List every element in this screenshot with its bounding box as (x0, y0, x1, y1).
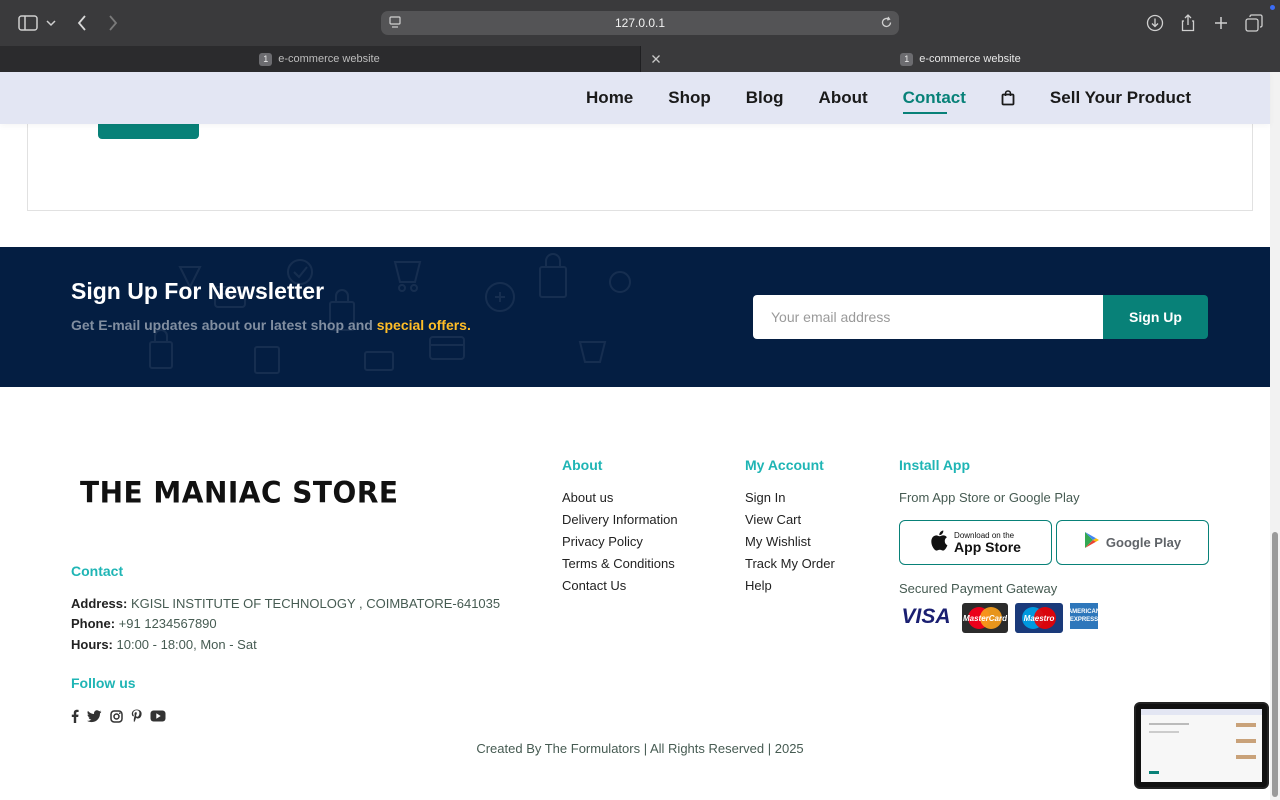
main-nav: Home Shop Blog About Contact Sell Your P… (586, 72, 1191, 124)
maestro-text: Maestro (1024, 614, 1055, 623)
follow-heading: Follow us (71, 675, 136, 691)
new-tab-icon[interactable] (1210, 12, 1232, 34)
footer-link-contact-us[interactable]: Contact Us (562, 578, 678, 593)
newsletter-text: Get E-mail updates about our latest shop… (71, 317, 377, 333)
forward-icon[interactable] (102, 12, 124, 34)
amex-logo: AMERICAN EXPRESS (1068, 603, 1100, 629)
address-bar[interactable]: 127.0.0.1 (381, 11, 899, 35)
browser-toolbar: 127.0.0.1 (0, 0, 1280, 46)
my-account-heading: My Account (745, 457, 824, 473)
newsletter-highlight: special offers. (376, 317, 471, 333)
app-store-big-text: App Store (954, 538, 1021, 555)
footer-link-privacy-policy[interactable]: Privacy Policy (562, 534, 678, 549)
app-store-button[interactable]: Download on the App Store (899, 520, 1052, 565)
phone-line: Phone: +91 1234567890 (71, 616, 217, 631)
social-links (71, 709, 166, 723)
tab-ecommerce-2[interactable]: 1 e-commerce website (640, 46, 1280, 72)
nav-blog[interactable]: Blog (746, 88, 784, 108)
about-heading: About (562, 457, 603, 473)
footer-link-my-wishlist[interactable]: My Wishlist (745, 534, 835, 549)
google-play-button[interactable]: Google Play (1056, 520, 1209, 565)
pinterest-icon[interactable] (131, 709, 142, 723)
downloads-icon[interactable] (1144, 12, 1166, 34)
newsletter-form: Sign Up (753, 295, 1208, 339)
install-app-subtitle: From App Store or Google Play (899, 490, 1080, 505)
footer-link-delivery-information[interactable]: Delivery Information (562, 512, 678, 527)
facebook-icon[interactable] (71, 709, 79, 723)
address-line: Address: KGISL INSTITUTE OF TECHNOLOGY ,… (71, 596, 500, 611)
sidebar-toggle-icon[interactable] (17, 12, 39, 34)
address-label: Address: (71, 596, 128, 611)
phone-label: Phone: (71, 616, 116, 631)
sign-up-button[interactable]: Sign Up (1103, 295, 1208, 339)
hours-line: Hours: 10:00 - 18:00, Mon - Sat (71, 637, 257, 652)
app-store-label: Download on the App Store (954, 531, 1021, 555)
chevron-down-icon[interactable] (40, 12, 62, 34)
visa-logo: VISA (901, 605, 951, 628)
page-preview-thumbnail[interactable] (1134, 702, 1269, 789)
nav-sell-your-product[interactable]: Sell Your Product (1050, 88, 1191, 108)
tab-count: 1 (900, 52, 914, 66)
site-settings-icon[interactable] (389, 16, 401, 32)
google-play-label: Google Play (1105, 535, 1182, 550)
instagram-icon[interactable] (110, 709, 123, 723)
tab-overview-icon[interactable] (1243, 12, 1265, 34)
tab-ecommerce-1[interactable]: 1 e-commerce website (0, 46, 639, 72)
newsletter-section: Sign Up For Newsletter Get E-mail update… (0, 247, 1270, 387)
mastercard-logo: MasterCard (962, 603, 1008, 633)
google-play-icon (1084, 531, 1100, 554)
footer-link-terms-conditions[interactable]: Terms & Conditions (562, 556, 678, 571)
share-icon[interactable] (1177, 12, 1199, 34)
close-tab-icon[interactable] (649, 52, 663, 66)
store-logo[interactable]: THE MANIAC STORE (80, 475, 399, 510)
copyright-text: Created By The Formulators | All Rights … (476, 741, 804, 756)
nav-contact[interactable]: Contact (902, 88, 966, 114)
page-scrollbar[interactable] (1270, 72, 1280, 800)
nav-shop[interactable]: Shop (668, 88, 711, 108)
twitter-icon[interactable] (87, 709, 102, 723)
youtube-icon[interactable] (150, 710, 166, 722)
contact-heading: Contact (71, 563, 124, 579)
about-links: About us Delivery Information Privacy Po… (562, 490, 678, 593)
footer-link-sign-in[interactable]: Sign In (745, 490, 835, 505)
preview-content (1141, 709, 1262, 782)
nav-home[interactable]: Home (586, 88, 633, 108)
mastercard-text: MasterCard (963, 614, 1008, 623)
newsletter-description: Get E-mail updates about our latest shop… (71, 317, 471, 333)
footer-link-help[interactable]: Help (745, 578, 835, 593)
email-input[interactable] (753, 295, 1103, 339)
tab-bar: 1 e-commerce website 1 e-commerce websit… (0, 46, 1280, 72)
tab-title: e-commerce website (278, 53, 380, 65)
footer-link-view-cart[interactable]: View Cart (745, 512, 835, 527)
back-icon[interactable] (71, 12, 93, 34)
apple-icon (930, 530, 948, 556)
hours-value: 10:00 - 18:00, Mon - Sat (112, 637, 257, 652)
shopping-bag-icon[interactable] (1001, 90, 1015, 106)
payment-label: Secured Payment Gateway (899, 581, 1058, 596)
footer-link-about-us[interactable]: About us (562, 490, 678, 505)
hours-label: Hours: (71, 637, 113, 652)
maestro-logo: Maestro (1015, 603, 1063, 633)
footer-link-track-my-order[interactable]: Track My Order (745, 556, 835, 571)
scrollbar-thumb[interactable] (1272, 532, 1278, 797)
account-links: Sign In View Cart My Wishlist Track My O… (745, 490, 835, 593)
address-value: KGISL INSTITUTE OF TECHNOLOGY , COIMBATO… (127, 596, 501, 611)
install-app-heading: Install App (899, 457, 971, 473)
tab-title: e-commerce website (919, 53, 1021, 65)
url-text: 127.0.0.1 (614, 16, 666, 30)
phone-value: +91 1234567890 (115, 616, 217, 631)
site-header: Home Shop Blog About Contact Sell Your P… (0, 72, 1270, 124)
reload-icon[interactable] (880, 16, 893, 32)
tab-count: 1 (259, 52, 273, 66)
nav-about[interactable]: About (819, 88, 868, 108)
notification-dot (1270, 5, 1275, 10)
newsletter-title: Sign Up For Newsletter (71, 278, 325, 304)
